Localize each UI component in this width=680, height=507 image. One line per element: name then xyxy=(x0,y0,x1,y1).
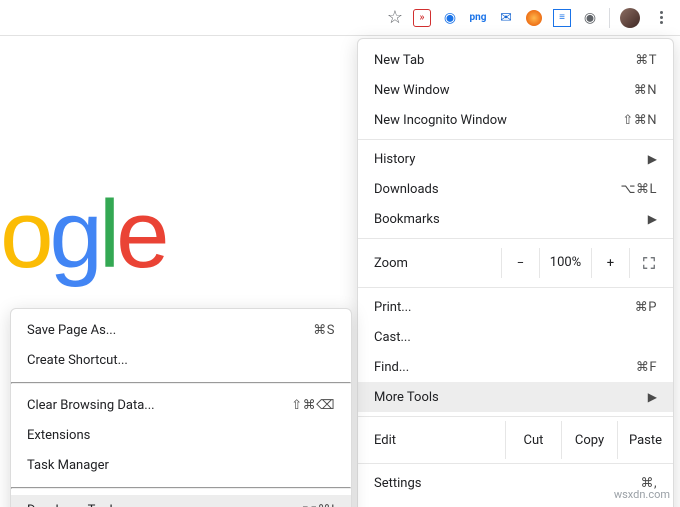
toolbar: ☆ » ◉ png ✉ ≡ ◉ xyxy=(0,0,680,36)
menu-shortcut: ⌥⌘L xyxy=(621,182,657,197)
profile-avatar[interactable] xyxy=(620,8,640,28)
menu-label: Bookmarks xyxy=(374,212,640,227)
menu-label: Create Shortcut... xyxy=(27,353,335,368)
menu-label: Extensions xyxy=(27,428,335,443)
menu-zoom-row: Zoom − 100% + xyxy=(358,243,673,283)
menu-shortcut: ⌘P xyxy=(635,300,657,315)
menu-downloads[interactable]: Downloads ⌥⌘L xyxy=(358,174,673,204)
submenu-developer-tools[interactable]: Developer Tools ⌥⌘I xyxy=(11,495,351,507)
menu-new-incognito[interactable]: New Incognito Window ⇧⌘N xyxy=(358,105,673,135)
menu-shortcut: ⇧⌘N xyxy=(622,113,657,128)
menu-new-window[interactable]: New Window ⌘N xyxy=(358,75,673,105)
menu-label: Developer Tools xyxy=(27,503,302,507)
menu-shortcut: ⇧⌘⌫ xyxy=(291,398,335,413)
watermark: wsxdn.com xyxy=(614,488,670,501)
extension-icon-6[interactable]: ≡ xyxy=(553,9,571,27)
menu-label: History xyxy=(374,152,640,167)
edit-cut-button[interactable]: Cut xyxy=(505,421,561,459)
zoom-out-button[interactable]: − xyxy=(501,248,539,278)
menu-label: More Tools xyxy=(374,390,640,405)
toolbar-divider xyxy=(609,8,610,28)
submenu-save-page[interactable]: Save Page As... ⌘S xyxy=(11,315,351,345)
browser-window: ☆ » ◉ png ✉ ≡ ◉ Google New Tab ⌘T New Wi… xyxy=(0,0,680,507)
zoom-value: 100% xyxy=(539,248,591,278)
menu-label: New Incognito Window xyxy=(374,113,622,128)
google-logo: Google xyxy=(0,180,166,290)
submenu-arrow-icon: ▶ xyxy=(648,212,657,226)
menu-label: Task Manager xyxy=(27,458,335,473)
submenu-extensions[interactable]: Extensions xyxy=(11,420,351,450)
bookmark-star-icon[interactable]: ☆ xyxy=(387,7,403,28)
menu-label: New Window xyxy=(374,83,634,98)
chrome-menu-button[interactable] xyxy=(650,7,672,29)
zoom-in-button[interactable]: + xyxy=(591,248,629,278)
menu-shortcut: ⌘F xyxy=(636,360,657,375)
submenu-clear-browsing-data[interactable]: Clear Browsing Data... ⇧⌘⌫ xyxy=(11,390,351,420)
extension-icon-1[interactable]: » xyxy=(413,9,431,27)
menu-print[interactable]: Print... ⌘P xyxy=(358,292,673,322)
menu-label: Downloads xyxy=(374,182,621,197)
menu-bookmarks[interactable]: Bookmarks ▶ xyxy=(358,204,673,234)
chrome-main-menu: New Tab ⌘T New Window ⌘N New Incognito W… xyxy=(357,38,674,507)
menu-label: Save Page As... xyxy=(27,323,313,338)
menu-label: Clear Browsing Data... xyxy=(27,398,291,413)
extension-icon-5[interactable] xyxy=(525,9,543,27)
menu-more-tools[interactable]: More Tools ▶ xyxy=(358,382,673,412)
extension-icon-7[interactable]: ◉ xyxy=(581,9,599,27)
menu-history[interactable]: History ▶ xyxy=(358,144,673,174)
fullscreen-icon xyxy=(642,256,656,270)
menu-shortcut: ⌘T xyxy=(635,53,657,68)
zoom-label: Zoom xyxy=(374,256,501,271)
menu-new-tab[interactable]: New Tab ⌘T xyxy=(358,45,673,75)
extension-icon-2[interactable]: ◉ xyxy=(441,9,459,27)
menu-label: Cast... xyxy=(374,330,657,345)
menu-label: Settings xyxy=(374,476,640,491)
menu-shortcut: ⌥⌘I xyxy=(302,503,335,507)
menu-shortcut: ⌘N xyxy=(634,83,657,98)
submenu-create-shortcut[interactable]: Create Shortcut... xyxy=(11,345,351,375)
edit-copy-button[interactable]: Copy xyxy=(561,421,617,459)
menu-label: Print... xyxy=(374,300,635,315)
extension-icon-3[interactable]: png xyxy=(469,9,487,27)
fullscreen-button[interactable] xyxy=(629,248,667,278)
submenu-arrow-icon: ▶ xyxy=(648,390,657,404)
menu-shortcut: ⌘S xyxy=(313,323,335,338)
edit-label: Edit xyxy=(374,433,505,448)
menu-label: Find... xyxy=(374,360,636,375)
extension-icon-4[interactable]: ✉ xyxy=(497,9,515,27)
menu-cast[interactable]: Cast... xyxy=(358,322,673,352)
submenu-task-manager[interactable]: Task Manager xyxy=(11,450,351,480)
menu-label: New Tab xyxy=(374,53,635,68)
submenu-arrow-icon: ▶ xyxy=(648,152,657,166)
menu-edit-row: Edit Cut Copy Paste xyxy=(358,421,673,459)
menu-find[interactable]: Find... ⌘F xyxy=(358,352,673,382)
edit-paste-button[interactable]: Paste xyxy=(617,421,673,459)
more-tools-submenu: Save Page As... ⌘S Create Shortcut... Cl… xyxy=(10,308,352,507)
